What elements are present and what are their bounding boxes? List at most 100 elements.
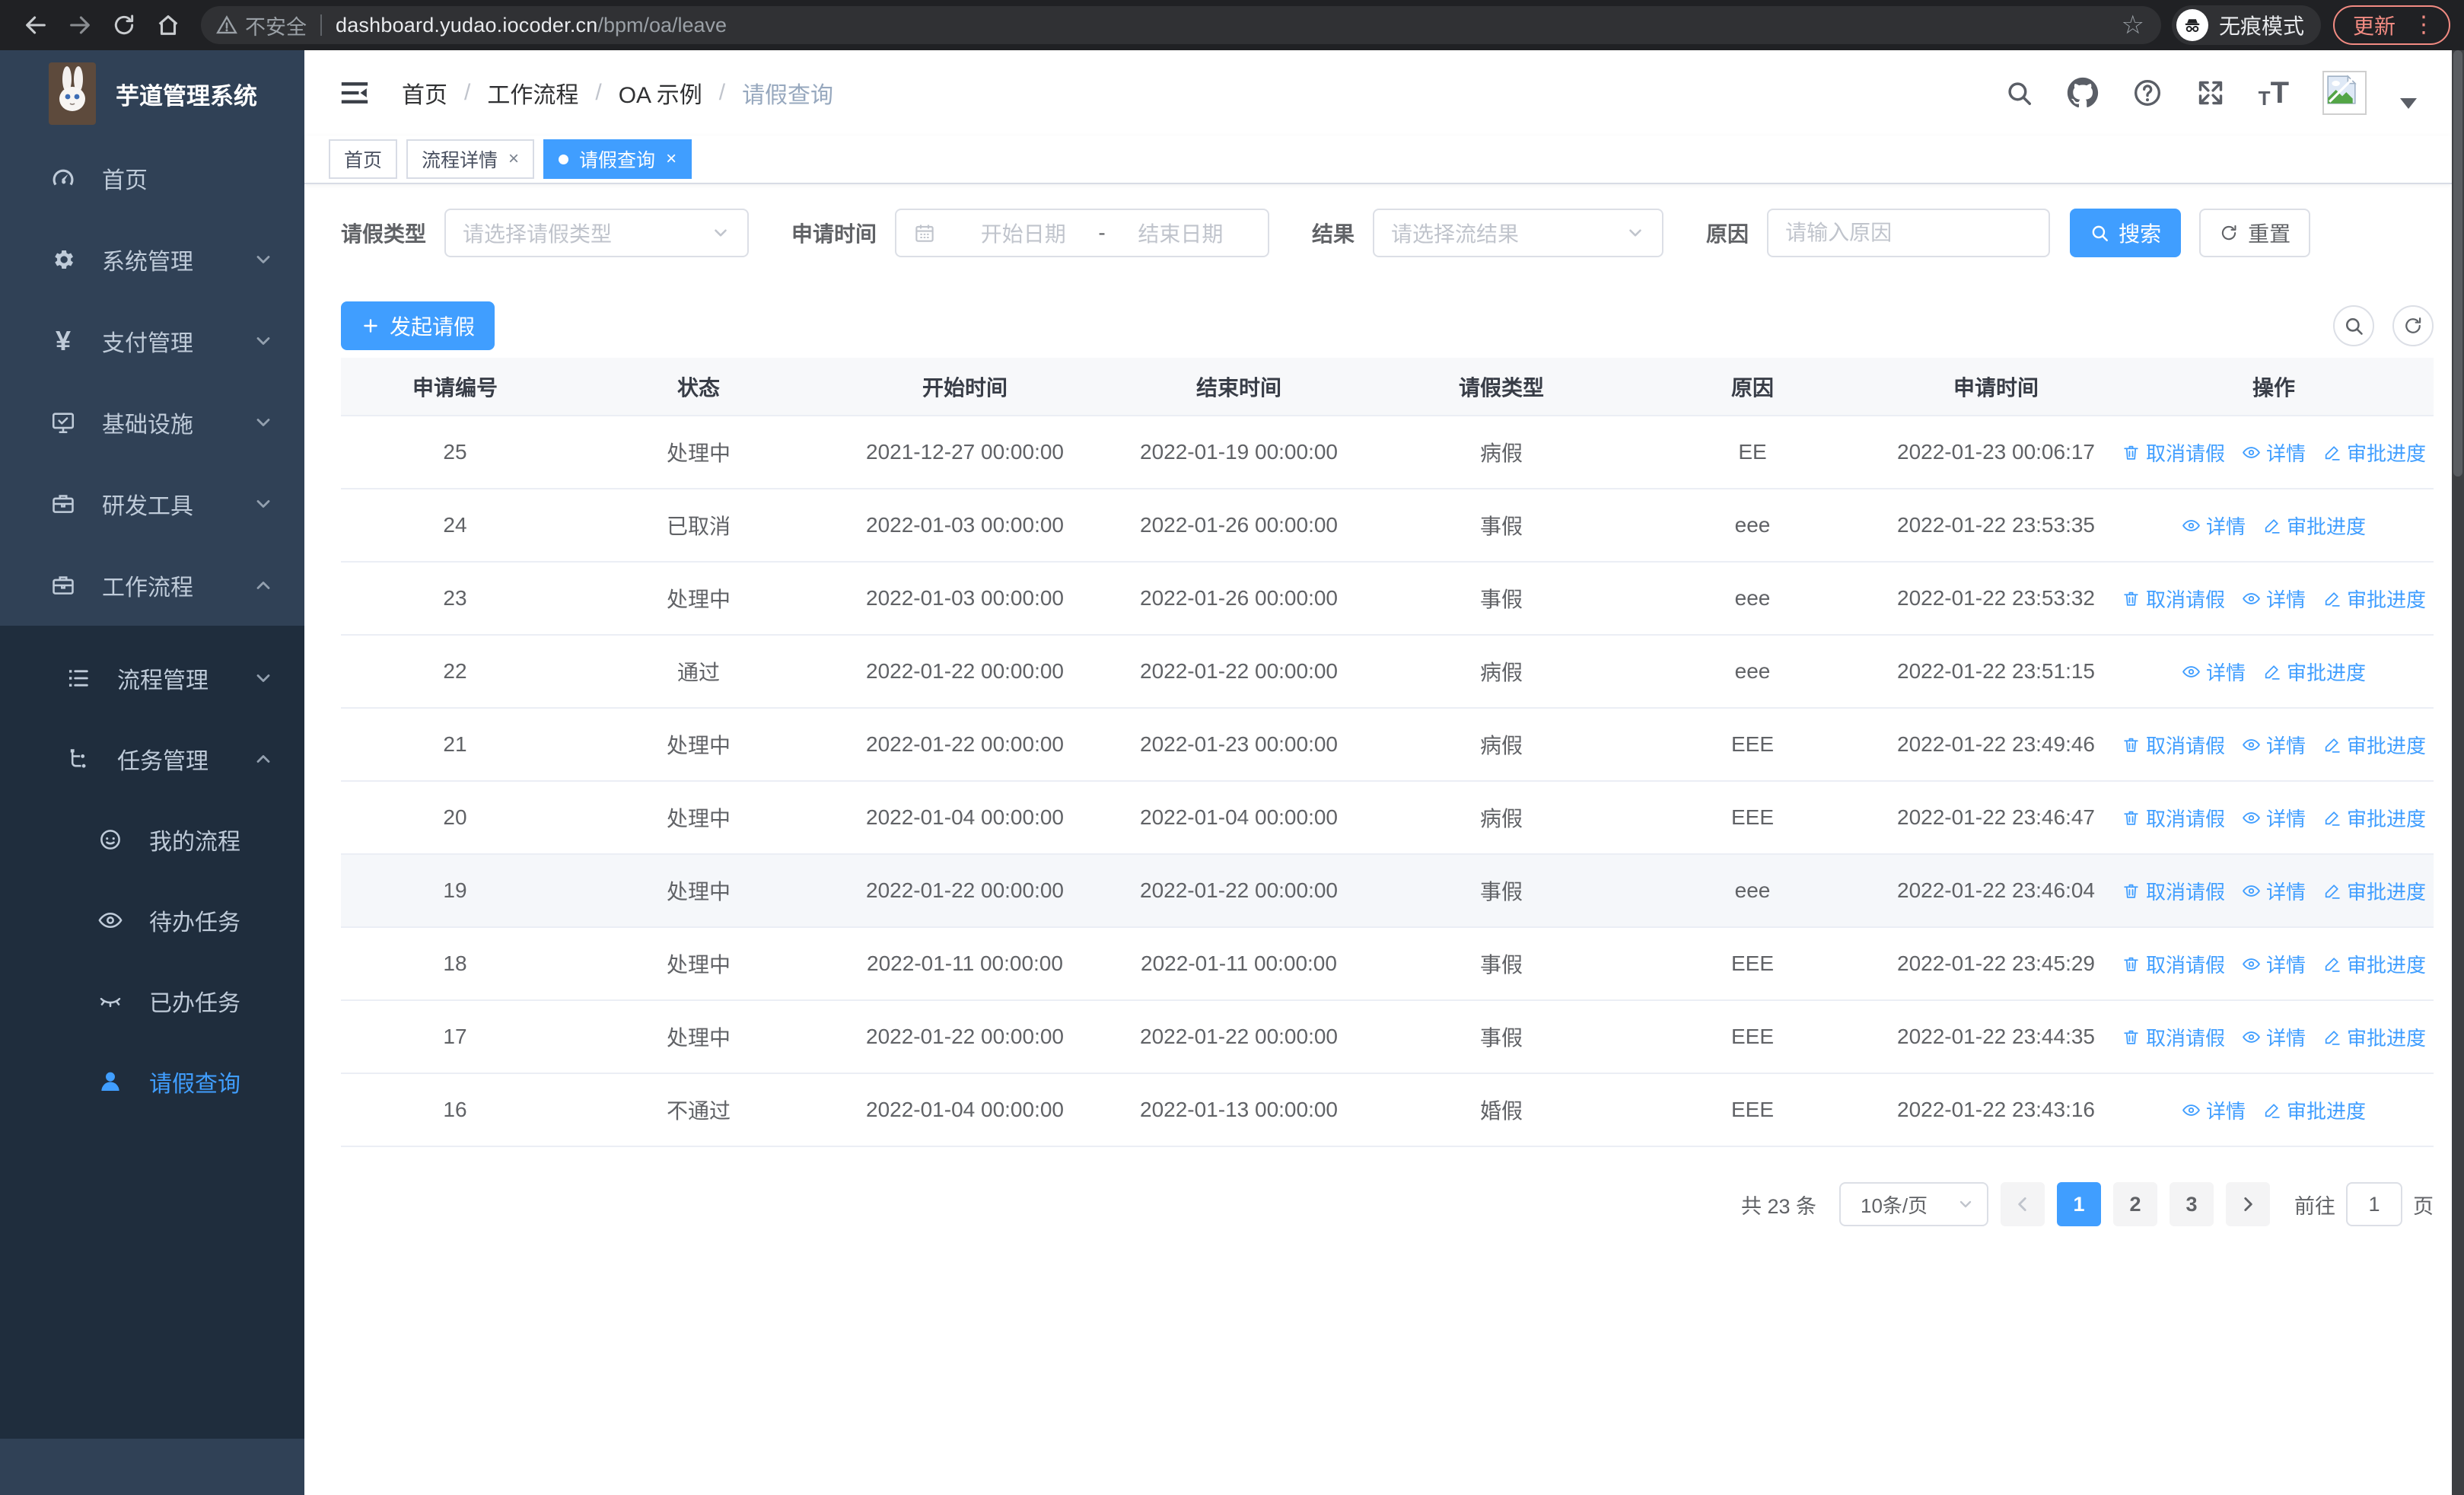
close-icon[interactable]: × [508,148,519,170]
browser-back-button[interactable] [14,3,58,47]
approval-progress-link[interactable]: 审批进度 [2322,585,2426,613]
yen-icon: ¥ [55,324,72,356]
sidebar-item-label: 任务管理 [117,749,209,774]
approval-progress-link[interactable]: 审批进度 [2262,512,2366,540]
font-size-icon[interactable]: TT [2259,78,2289,108]
sidebar-item-done-tasks[interactable]: 已办任务 [0,961,304,1041]
fullscreen-icon[interactable] [2196,78,2225,107]
approval-progress-link[interactable]: 审批进度 [2262,658,2366,686]
cancel-leave-link[interactable]: 取消请假 [2122,438,2225,467]
reason-input[interactable] [1767,209,2051,257]
search-icon [2090,223,2109,243]
page-scrollbar[interactable] [2452,50,2464,1495]
sidebar-item-devtools[interactable]: 研发工具 [0,463,304,544]
sidebar-collapse-button[interactable] [339,78,370,108]
help-icon[interactable] [2132,78,2163,108]
refresh-table-button[interactable] [2392,305,2434,346]
detail-link[interactable]: 详情 [2182,658,2246,686]
col-reason: 原因 [1627,358,1878,416]
cancel-leave-link[interactable]: 取消请假 [2122,585,2225,613]
detail-link[interactable]: 详情 [2242,731,2306,759]
create-leave-button[interactable]: 发起请假 [341,301,495,350]
breadcrumb-home[interactable]: 首页 [402,76,447,110]
next-page-button[interactable] [2226,1182,2270,1226]
reset-button[interactable]: 重置 [2199,209,2311,257]
approval-progress-link[interactable]: 审批进度 [2322,438,2426,467]
page-button-3[interactable]: 3 [2170,1182,2214,1226]
leave-table: 申请编号 状态 开始时间 结束时间 请假类型 原因 申请时间 操作 25 处理中… [341,358,2434,1147]
detail-link[interactable]: 详情 [2242,1023,2306,1051]
breadcrumb-workflow[interactable]: 工作流程 [487,76,578,110]
cancel-leave-link[interactable]: 取消请假 [2122,877,2225,905]
github-icon[interactable] [2067,77,2099,109]
refresh-icon [2402,315,2424,336]
browser-reload-button[interactable] [102,3,146,47]
cancel-leave-link[interactable]: 取消请假 [2122,804,2225,832]
browser-update-button[interactable]: 更新 ⋮ [2332,5,2450,45]
address-bar[interactable]: 不安全 dashboard.yudao.iocoder.cn/bpm/oa/le… [201,6,2161,44]
scrollbar-thumb[interactable] [2453,50,2462,477]
cancel-leave-link[interactable]: 取消请假 [2122,1023,2225,1051]
approval-progress-link[interactable]: 审批进度 [2322,731,2426,759]
toolbox-icon [50,491,76,517]
approval-progress-link[interactable]: 审批进度 [2262,1096,2366,1124]
avatar-caret-icon[interactable] [2400,98,2417,109]
cancel-leave-link[interactable]: 取消请假 [2122,731,2225,759]
result-select[interactable]: 请选择流结果 [1373,209,1664,257]
security-warning[interactable]: 不安全 [216,11,307,40]
result-label: 结果 [1312,222,1355,246]
apply-time-range-picker[interactable]: 开始日期 - 结束日期 [895,209,1270,257]
approval-progress-link[interactable]: 审批进度 [2322,1023,2426,1051]
approval-progress-link[interactable]: 审批进度 [2322,804,2426,832]
detail-link[interactable]: 详情 [2182,512,2246,540]
col-apply-id: 申请编号 [341,358,569,416]
sidebar-item-task-mgmt[interactable]: 任务管理 [0,719,304,799]
leave-type-select[interactable]: 请选择请假类型 [444,209,750,257]
toggle-search-button[interactable] [2333,305,2374,346]
prev-page-button[interactable] [2001,1182,2045,1226]
breadcrumb-oa-example[interactable]: OA 示例 [619,76,702,110]
bookmark-star-icon[interactable]: ☆ [2112,10,2153,40]
cancel-leave-link[interactable]: 取消请假 [2122,950,2225,978]
sidebar-item-infra[interactable]: 基础设施 [0,381,304,463]
approval-progress-link[interactable]: 审批进度 [2322,950,2426,978]
browser-home-button[interactable] [146,3,190,47]
approval-progress-link[interactable]: 审批进度 [2322,877,2426,905]
cell-start: 2022-01-22 00:00:00 [828,1000,1102,1074]
col-start-time: 开始时间 [828,358,1102,416]
sidebar-item-payment[interactable]: ¥ 支付管理 [0,300,304,381]
detail-link[interactable]: 详情 [2242,585,2306,613]
breadcrumb-separator: / [718,80,726,105]
avatar[interactable] [2322,71,2367,115]
page-button-2[interactable]: 2 [2113,1182,2157,1226]
detail-link[interactable]: 详情 [2242,804,2306,832]
search-button[interactable]: 搜索 [2070,209,2182,257]
sidebar-item-system[interactable]: 系统管理 [0,218,304,300]
page-button-1[interactable]: 1 [2057,1182,2101,1226]
app-logo-row: 芋道管理系统 [0,50,304,137]
tab-process-detail[interactable]: 流程详情 × [406,139,535,179]
table-row: 17 处理中 2022-01-22 00:00:00 2022-01-22 00… [341,1000,2434,1074]
page-size-select[interactable]: 10条/页 [1839,1182,1988,1226]
close-icon[interactable]: × [666,148,676,170]
browser-menu-icon[interactable]: ⋮ [2408,14,2440,37]
sidebar-item-home[interactable]: 首页 [0,137,304,218]
sidebar-item-todo-tasks[interactable]: 待办任务 [0,880,304,961]
detail-link[interactable]: 详情 [2242,877,2306,905]
sidebar-item-workflow[interactable]: 工作流程 [0,544,304,626]
sidebar-item-my-process[interactable]: 我的流程 [0,799,304,880]
edit-icon [2322,589,2341,608]
tab-home[interactable]: 首页 [329,139,398,179]
browser-forward-button[interactable] [58,3,102,47]
tab-leave-query[interactable]: 请假查询 × [543,139,692,179]
cell-end: 2022-01-04 00:00:00 [1102,781,1376,855]
detail-link[interactable]: 详情 [2242,438,2306,467]
search-icon[interactable] [2004,78,2033,107]
detail-link[interactable]: 详情 [2182,1096,2246,1124]
sidebar-item-leave-query[interactable]: 请假查询 [0,1041,304,1122]
sidebar-item-process-mgmt[interactable]: 流程管理 [0,638,304,719]
detail-link[interactable]: 详情 [2242,950,2306,978]
cell-applied: 2022-01-22 23:49:46 [1878,708,2114,782]
goto-page-input[interactable] [2346,1182,2402,1226]
date-separator: - [1098,221,1106,244]
